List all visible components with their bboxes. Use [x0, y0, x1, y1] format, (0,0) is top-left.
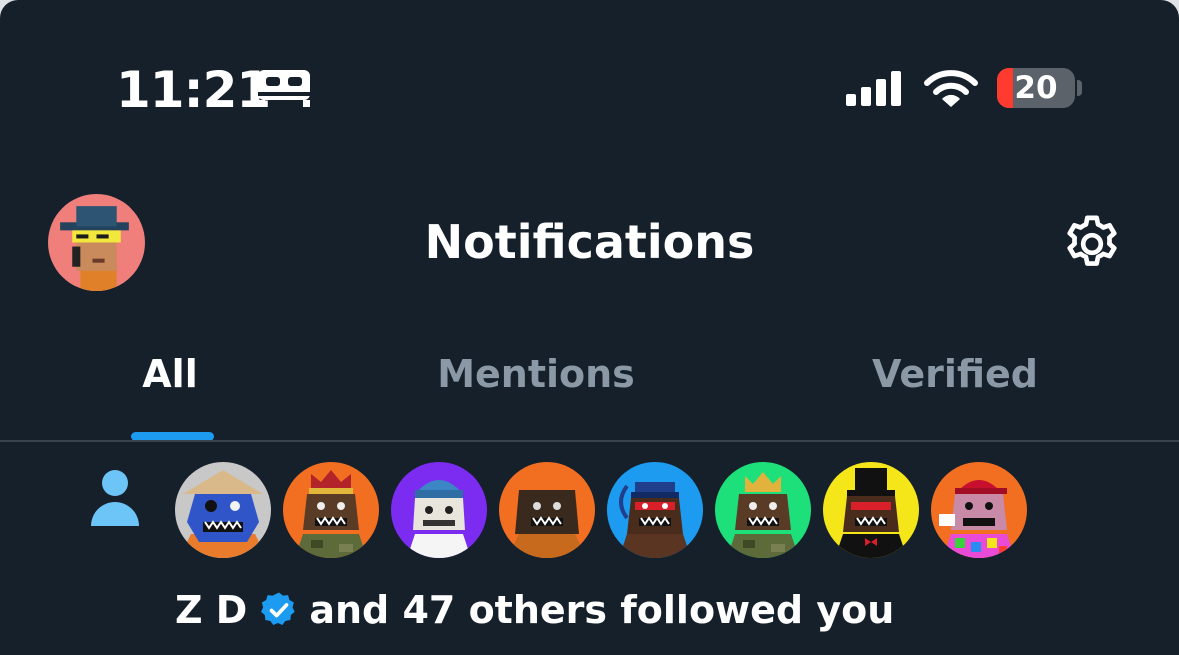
- bed-icon: [258, 70, 310, 107]
- tab-divider: [0, 440, 1179, 442]
- follower-avatar-8[interactable]: [931, 462, 1027, 558]
- battery-percentage: 20: [1014, 70, 1058, 106]
- person-icon: [91, 470, 139, 526]
- wifi-icon: [924, 70, 978, 107]
- cellular-signal-icon: [846, 71, 901, 106]
- tab-all[interactable]: All: [0, 348, 340, 400]
- follower-avatar-6[interactable]: [715, 462, 811, 558]
- notification-message: and 47 others followed you: [309, 588, 895, 632]
- battery-icon: 20: [997, 68, 1075, 108]
- follower-avatar-4[interactable]: [499, 462, 595, 558]
- follower-avatar-3[interactable]: [391, 462, 487, 558]
- notification-text[interactable]: Z D and 47 others followed you: [175, 582, 894, 638]
- follower-name[interactable]: Z D: [175, 582, 247, 638]
- status-time: 11:21: [116, 61, 271, 119]
- notifications-screen: 11:21 20 Notifications All Mentions Veri…: [0, 0, 1179, 655]
- follower-avatar-1[interactable]: [175, 462, 271, 558]
- follower-avatar-5[interactable]: [607, 462, 703, 558]
- follower-avatar-7[interactable]: [823, 462, 919, 558]
- battery-terminal: [1077, 80, 1082, 96]
- verified-badge-icon: [261, 592, 295, 625]
- tab-mentions[interactable]: Mentions: [340, 348, 732, 400]
- tab-verified[interactable]: Verified: [770, 348, 1140, 400]
- page-title: Notifications: [424, 215, 755, 269]
- follower-avatar-2[interactable]: [283, 462, 379, 558]
- gear-icon[interactable]: [1059, 211, 1125, 277]
